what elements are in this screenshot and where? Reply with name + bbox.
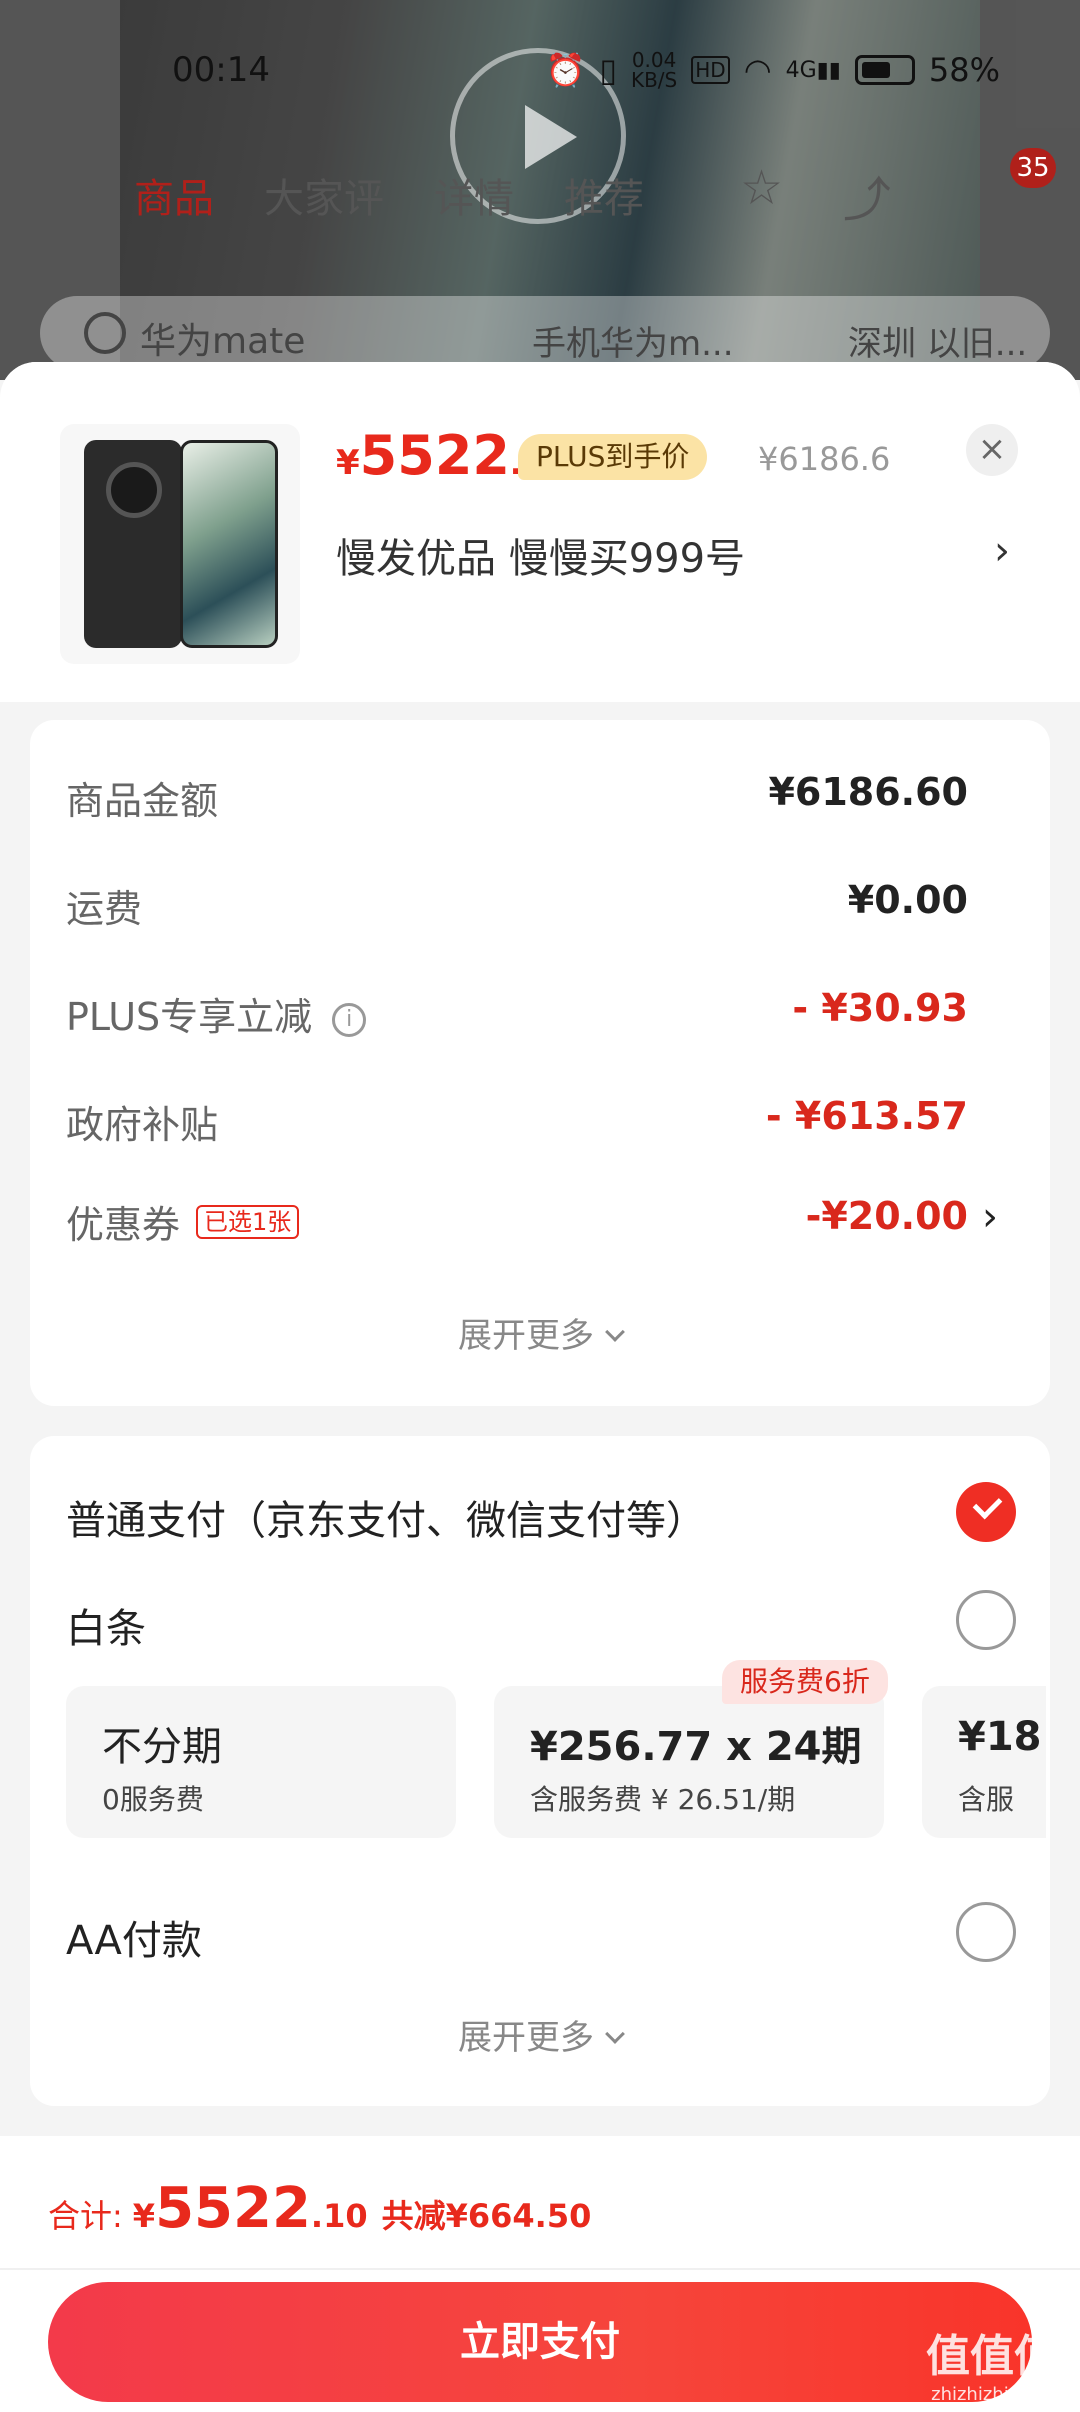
coupon-selected-tag: 已选1张 <box>196 1205 300 1239</box>
chevron-down-icon <box>605 1322 625 1342</box>
checkout-footer: 合计: ¥ 5522 .10 共减¥664.50 立即支付 <box>0 2136 1080 2412</box>
radio-unchecked-icon[interactable] <box>956 1902 1016 1962</box>
total-saving: 共减¥664.50 <box>381 2197 592 2235</box>
product-summary: ¥ 5522 .1 PLUS到手价 ¥6186.6 × 慢发优品 慢慢买999号… <box>0 362 1080 702</box>
search-query: 华为mate <box>140 321 306 362</box>
installment-plan-24[interactable]: ¥256.77 x 24期 含服务费 ¥ 26.51/期 <box>494 1686 884 1838</box>
order-total: 合计: ¥ 5522 .10 共减¥664.50 <box>48 2176 592 2241</box>
tab-goods[interactable]: 商品 <box>134 166 214 224</box>
status-bar: 00:14 ⏰ ▯ 0.04 KB/S HD ◠ 4G▮▮ 58% <box>0 40 1080 100</box>
product-thumbnail <box>60 424 300 664</box>
search-bar[interactable]: 华为mate 手机华为m... 深圳 以旧... <box>40 296 1050 370</box>
favorite-star-icon[interactable]: ☆ <box>740 160 783 230</box>
pay-now-button[interactable]: 立即支付 <box>48 2282 1032 2402</box>
product-tabs: 商品 大家评 详情 推荐 <box>134 166 644 224</box>
chevron-right-icon[interactable]: › <box>982 1194 998 1240</box>
search-chip[interactable]: 深圳 以旧... <box>848 316 1027 365</box>
battery-icon <box>854 55 915 85</box>
shop-name[interactable]: 慢发优品 慢慢买999号 <box>336 526 745 584</box>
service-fee-discount-badge: 服务费6折 <box>722 1660 888 1704</box>
cart-count-badge[interactable]: 35 <box>1010 148 1056 188</box>
breakdown-row-goods-amount: 商品金额 ¥6186.60 <box>66 770 968 823</box>
camera-ring <box>106 462 162 518</box>
breakdown-row-shipping: 运费 ¥0.00 <box>66 878 968 931</box>
battery-percent: 58% <box>928 51 1000 89</box>
tab-recommend[interactable]: 推荐 <box>564 166 644 224</box>
radio-unchecked-icon[interactable] <box>956 1590 1016 1650</box>
search-icon <box>84 312 126 354</box>
info-icon[interactable]: i <box>332 1003 367 1037</box>
product-price: ¥ 5522 .1 <box>336 424 542 487</box>
expand-more-button[interactable]: 展开更多 <box>30 2010 1050 2059</box>
checkout-sheet: ¥ 5522 .1 PLUS到手价 ¥6186.6 × 慢发优品 慢慢买999号… <box>0 362 1080 2412</box>
installment-plan-next[interactable]: ¥18 含服 <box>922 1686 1046 1838</box>
tab-details[interactable]: 详情 <box>434 166 514 224</box>
payment-method-card: 普通支付（京东支付、微信支付等） 白条 不分期 0服务费 ¥256.77 x 2… <box>30 1436 1050 2106</box>
tab-reviews[interactable]: 大家评 <box>264 166 384 224</box>
alarm-icon: ⏰ <box>545 51 586 89</box>
vibrate-icon: ▯ <box>599 51 617 89</box>
network-speed: 0.04 KB/S <box>630 48 678 92</box>
watermark: 值值值 zhizhizhi.com <box>926 2331 1058 2405</box>
original-price: ¥6186.6 <box>758 440 891 478</box>
cellular-icon: 4G▮▮ <box>785 57 841 83</box>
installment-plans: 不分期 0服务费 ¥256.77 x 24期 含服务费 ¥ 26.51/期 ¥1… <box>66 1686 1046 1838</box>
breakdown-row-coupon[interactable]: 优惠券 已选1张 -¥20.00 › <box>66 1194 998 1254</box>
payment-option-standard[interactable]: 普通支付（京东支付、微信支付等） <box>66 1482 1016 1546</box>
radio-checked-icon[interactable] <box>956 1482 1016 1542</box>
payment-option-baitiao[interactable]: 白条 <box>66 1590 1016 1654</box>
wifi-icon: ◠ <box>743 51 772 89</box>
breakdown-row-plus-discount: PLUS专享立减 i - ¥30.93 <box>66 986 968 1039</box>
hd-icon: HD <box>691 56 730 84</box>
header-icons: ☆ ⤴ <box>740 160 891 230</box>
phone-back-image <box>84 440 182 648</box>
chevron-right-icon[interactable]: › <box>994 528 1010 574</box>
expand-more-button[interactable]: 展开更多 <box>30 1308 1050 1357</box>
plus-price-tag: PLUS到手价 <box>518 434 708 480</box>
installment-plan-none[interactable]: 不分期 0服务费 <box>66 1686 456 1838</box>
breakdown-row-gov-subsidy: 政府补贴 - ¥613.57 <box>66 1094 968 1147</box>
share-icon[interactable]: ⤴ <box>843 160 891 230</box>
price-breakdown-card: 商品金额 ¥6186.60 运费 ¥0.00 PLUS专享立减 i - ¥30.9… <box>30 720 1050 1406</box>
search-chip[interactable]: 手机华为m... <box>532 316 734 365</box>
divider <box>0 2268 1080 2270</box>
close-button[interactable]: × <box>966 424 1018 476</box>
phone-front-image <box>180 440 278 648</box>
status-time: 00:14 <box>172 50 270 90</box>
chevron-down-icon <box>605 2024 625 2044</box>
status-icons: ⏰ ▯ 0.04 KB/S HD ◠ 4G▮▮ 58% <box>546 50 1001 90</box>
payment-option-aa[interactable]: AA付款 <box>66 1902 1016 1966</box>
